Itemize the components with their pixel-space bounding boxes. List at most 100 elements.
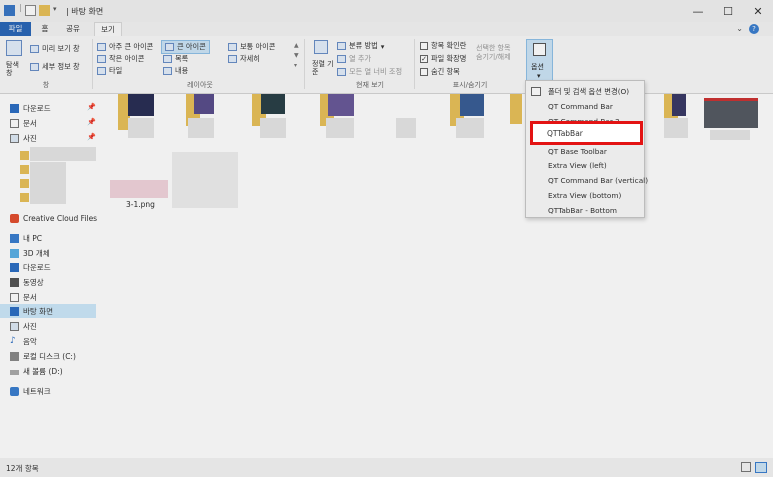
layout-large[interactable]: 큰 아이콘 [161, 40, 210, 54]
preview-pane-button[interactable]: 미리 보기 창 [30, 44, 80, 54]
computer-icon [10, 233, 19, 243]
maximize-button[interactable]: ☐ [713, 0, 743, 22]
new-folder-icon[interactable] [39, 5, 50, 16]
sidebar-item-downloads-pc[interactable]: 다운로드 [10, 260, 51, 274]
options-label: 옵션 [531, 63, 544, 71]
folder-icon [20, 193, 29, 202]
options-icon [533, 43, 546, 56]
creative-cloud-icon [10, 213, 19, 223]
blurred-file-name [710, 130, 750, 140]
large-icons-view-icon[interactable] [755, 462, 767, 473]
tab-view[interactable]: 보기 [94, 22, 122, 36]
layout-scroll[interactable]: ▲ ▼ ▾ [294, 41, 299, 71]
menu-item-extra-view-bottom[interactable]: Extra View (bottom) [548, 191, 621, 200]
options-button[interactable]: 옵션 ▾ [526, 39, 553, 83]
layout-medium[interactable]: 보통 아이콘 [228, 42, 275, 52]
menu-item-qttabbar-bottom[interactable]: QTTabBar - Bottom [548, 206, 617, 215]
blurred-folder-name [30, 147, 96, 161]
menu-item-qt-command-bar[interactable]: QT Command Bar [548, 102, 613, 111]
layout-label: 아주 큰 아이콘 [109, 42, 154, 51]
sidebar-item-creative-cloud[interactable]: Creative Cloud Files [10, 211, 97, 225]
layout-extra-large[interactable]: 아주 큰 아이콘 [97, 42, 153, 52]
tab-share[interactable]: 공유 [60, 22, 86, 36]
properties-icon[interactable] [25, 5, 36, 16]
details-view-icon[interactable] [741, 462, 751, 472]
hide-selected-button[interactable]: 선택한 항목 숨기기/해제 [476, 44, 518, 62]
sidebar-item-pictures-pc[interactable]: 사진 [10, 319, 37, 333]
size-columns-button[interactable]: 모든 열 너비 조정 [337, 67, 402, 77]
hidden-items-toggle[interactable]: 숨긴 항목 [420, 67, 460, 77]
image-thumbnail [460, 94, 484, 116]
layout-label: 타일 [109, 66, 123, 75]
pin-icon[interactable]: 📌 [87, 118, 96, 126]
sidebar-item-label: 문서 [23, 118, 37, 128]
blurred-file-name [128, 118, 154, 138]
help-icon[interactable]: ? [749, 24, 759, 34]
image-thumbnail [704, 98, 758, 128]
tab-home[interactable]: 홈 [36, 22, 54, 36]
group-label-show-hide: 표시/숨기기 [452, 81, 488, 89]
sidebar-item-music[interactable]: ♪ 음악 [10, 334, 37, 348]
close-button[interactable]: ✕ [743, 0, 773, 22]
layout-label: 보통 아이콘 [240, 42, 276, 51]
sidebar-item-documents-pc[interactable]: 문서 [10, 290, 37, 304]
sort-by-button[interactable]: 정렬 기준 [312, 60, 334, 76]
sidebar-item-downloads[interactable]: 다운로드 [10, 101, 51, 115]
layout-content[interactable]: 내용 [163, 66, 188, 76]
layout-icon [165, 43, 174, 51]
add-columns-button[interactable]: 열 추가 [337, 54, 371, 64]
tab-file[interactable]: 파일 [0, 22, 31, 36]
file-view[interactable]: 3-1.png [98, 94, 773, 458]
menu-item-qt-base-toolbar[interactable]: QT Base Toolbar [548, 147, 607, 156]
menu-item-folder-options[interactable]: 폴더 및 검색 옵션 변경(O) [548, 87, 629, 97]
blurred-file-name [260, 118, 286, 138]
layout-tiles[interactable]: 타일 [97, 66, 122, 76]
sidebar-item-documents[interactable]: 문서 [10, 116, 37, 130]
layout-details[interactable]: 자세히 [228, 54, 260, 64]
blurred-file [172, 152, 238, 208]
menu-item-qttabbar[interactable]: QTTabBar [547, 129, 583, 138]
item-count: 12개 항목 [6, 464, 39, 473]
layout-list[interactable]: 목록 [163, 54, 188, 64]
layout-small[interactable]: 작은 아이콘 [97, 54, 144, 64]
folder-thumbnail[interactable] [510, 94, 522, 124]
chevron-down-icon[interactable]: ⌄ [736, 24, 743, 33]
qa-dropdown-icon[interactable]: ▾ [53, 5, 57, 13]
item-checkboxes-toggle[interactable]: 항목 확인란 [420, 41, 466, 51]
sidebar-item-network[interactable]: 네트워크 [10, 384, 51, 398]
group-by-button[interactable]: 분류 방법 ▾ [337, 41, 384, 51]
size-columns-icon [337, 68, 346, 76]
window-title: | 바탕 화면 [66, 7, 104, 16]
sidebar-item-this-pc[interactable]: 내 PC [10, 231, 42, 245]
layout-label: 작은 아이콘 [109, 54, 145, 63]
minimize-button[interactable]: — [683, 0, 713, 22]
blurred-file-name [188, 118, 214, 138]
details-pane-button[interactable]: 세부 정보 창 [30, 62, 80, 72]
sidebar-item-label: 네트워크 [23, 386, 51, 396]
pin-icon[interactable]: 📌 [87, 103, 96, 111]
pin-icon[interactable]: 📌 [87, 133, 96, 141]
sidebar-item-3d-objects[interactable]: 3D 개체 [10, 246, 50, 260]
layout-label: 목록 [175, 54, 189, 63]
menu-item-extra-view-left[interactable]: Extra View (left) [548, 161, 607, 170]
sidebar-item-desktop[interactable]: 바탕 화면 [0, 304, 96, 318]
group-by-label: 분류 방법 [349, 41, 378, 50]
image-thumbnail [328, 94, 354, 116]
file-extensions-toggle[interactable]: ✓ 파일 확장명 [420, 54, 466, 64]
image-thumbnail [194, 94, 214, 114]
checkbox-icon [420, 42, 428, 50]
sidebar-item-label: 다운로드 [23, 103, 51, 113]
sidebar-item-drive-c[interactable]: 로컬 디스크 (C:) [10, 349, 76, 363]
status-bar: 12개 항목 [0, 458, 773, 477]
folder-icon [20, 151, 29, 160]
nav-pane-button[interactable]: 탐색 창 [6, 61, 24, 77]
menu-item-qt-command-bar-vertical[interactable]: QT Command Bar (vertical) [548, 176, 648, 185]
sidebar-item-pictures[interactable]: 사진 [10, 131, 37, 145]
layout-icon [163, 55, 172, 63]
png-thumbnail[interactable] [110, 180, 168, 198]
sidebar-item-videos[interactable]: 동영상 [10, 275, 44, 289]
sidebar-item-label: 사진 [23, 133, 37, 143]
sidebar-item-drive-d[interactable]: 새 볼륨 (D:) [10, 364, 63, 378]
nav-pane-icon[interactable] [6, 40, 22, 56]
folder-options-icon [531, 87, 541, 96]
